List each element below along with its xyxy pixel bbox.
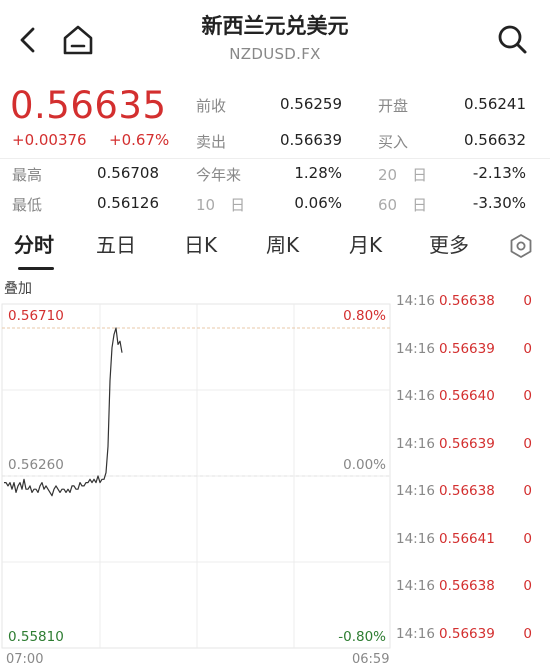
- trade-price: 0.56641: [439, 530, 495, 547]
- y-label-bottom: 0.55810: [8, 629, 64, 645]
- overlay-button[interactable]: 叠加: [4, 278, 32, 298]
- ytd-value: 1.28%: [294, 164, 342, 182]
- trade-volume: 0: [523, 435, 532, 452]
- active-tab-indicator: [18, 267, 54, 270]
- chart-tabs: 分时 五日 日K 周K 月K 更多: [0, 225, 550, 271]
- y-label-mid: 0.56260: [8, 457, 64, 473]
- bid-label: 买入: [378, 133, 409, 151]
- trade-volume: 0: [523, 530, 532, 547]
- intraday-chart: 0.56710 0.56260 0.55810 0.80% 0.00% -0.8…: [1, 303, 391, 649]
- trade-price: 0.56638: [439, 293, 495, 309]
- trade-volume: 0: [523, 293, 532, 309]
- trade-time: 14:16: [396, 483, 435, 499]
- tab-intraday[interactable]: 分时: [14, 229, 54, 258]
- price-change-percent: +0.67%: [109, 131, 170, 149]
- trade-volume: 0: [523, 625, 532, 642]
- trade-time: 14:16: [396, 340, 435, 357]
- ten-day-value: 0.06%: [294, 194, 342, 212]
- trade-volume: 0: [523, 388, 532, 404]
- trade-price: 0.56638: [439, 578, 495, 594]
- trade-time: 14:16: [396, 293, 435, 309]
- low-label: 最低: [12, 196, 43, 214]
- low-value: 0.56126: [96, 194, 159, 212]
- trade-volume: 0: [523, 483, 532, 499]
- trade-price: 0.56640: [439, 388, 495, 404]
- tab-daily-k[interactable]: 日K: [184, 229, 217, 258]
- ten-day-label: 10 日: [196, 196, 246, 214]
- trade-volume: 0: [523, 578, 532, 594]
- ytd-label: 今年来: [196, 166, 242, 184]
- trade-price: 0.56639: [439, 435, 495, 452]
- pct-label-top: 0.80%: [343, 308, 386, 324]
- trade-price: 0.56639: [439, 625, 495, 642]
- trade-price: 0.56638: [439, 483, 495, 499]
- prev-close-value: 0.56259: [279, 95, 342, 113]
- search-icon[interactable]: [495, 22, 529, 56]
- price-change: +0.00376: [12, 131, 87, 149]
- high-label: 最高: [12, 166, 43, 184]
- x-label-end: 06:59: [352, 652, 390, 667]
- divider: [0, 158, 550, 159]
- trade-volume: 0: [523, 340, 532, 357]
- ask-label: 卖出: [196, 133, 227, 151]
- trade-row: 14:16 0.56638 0: [396, 293, 550, 313]
- trade-time: 14:16: [396, 530, 435, 547]
- last-price: 0.56635: [10, 84, 167, 127]
- sixty-day-label: 60 日: [378, 196, 428, 214]
- trade-row: 14:16 0.56640 0: [396, 388, 550, 408]
- top-bar: 新西兰元兑美元 NZDUSD.FX: [0, 0, 550, 80]
- open-label: 开盘: [378, 97, 409, 115]
- gear-icon[interactable]: [508, 233, 534, 259]
- tab-more[interactable]: 更多: [429, 229, 469, 258]
- trade-row: 14:16 0.56641 0: [396, 531, 550, 551]
- high-value: 0.56708: [96, 164, 159, 182]
- page-title: 新西兰元兑美元: [201, 14, 349, 38]
- symbol-code: NZDUSD.FX: [229, 45, 321, 63]
- trade-row: 14:16 0.56638 0: [396, 483, 550, 503]
- ask-value: 0.56639: [279, 131, 342, 149]
- pct-label-bottom: -0.80%: [338, 629, 386, 645]
- sixty-day-value: -3.30%: [472, 194, 526, 212]
- tab-monthly-k[interactable]: 月K: [349, 229, 382, 258]
- trade-price: 0.56639: [439, 340, 495, 357]
- trade-time: 14:16: [396, 625, 435, 642]
- y-label-top: 0.56710: [8, 308, 64, 324]
- twenty-day-value: -2.13%: [472, 164, 526, 182]
- trade-row: 14:16 0.56639 0: [396, 341, 550, 361]
- x-label-start: 07:00: [6, 652, 44, 667]
- tab-five-day[interactable]: 五日: [96, 229, 136, 258]
- open-value: 0.56241: [463, 95, 526, 113]
- trade-row: 14:16 0.56639 0: [396, 626, 550, 646]
- prev-close-label: 前收: [196, 97, 227, 115]
- trade-time: 14:16: [396, 388, 435, 404]
- trade-row: 14:16 0.56638 0: [396, 578, 550, 598]
- pct-label-mid: 0.00%: [343, 457, 386, 473]
- bid-value: 0.56632: [463, 131, 526, 149]
- twenty-day-label: 20 日: [378, 166, 428, 184]
- trade-time: 14:16: [396, 578, 435, 594]
- trade-time: 14:16: [396, 435, 435, 452]
- tab-weekly-k[interactable]: 周K: [266, 229, 299, 258]
- trade-row: 14:16 0.56639 0: [396, 436, 550, 456]
